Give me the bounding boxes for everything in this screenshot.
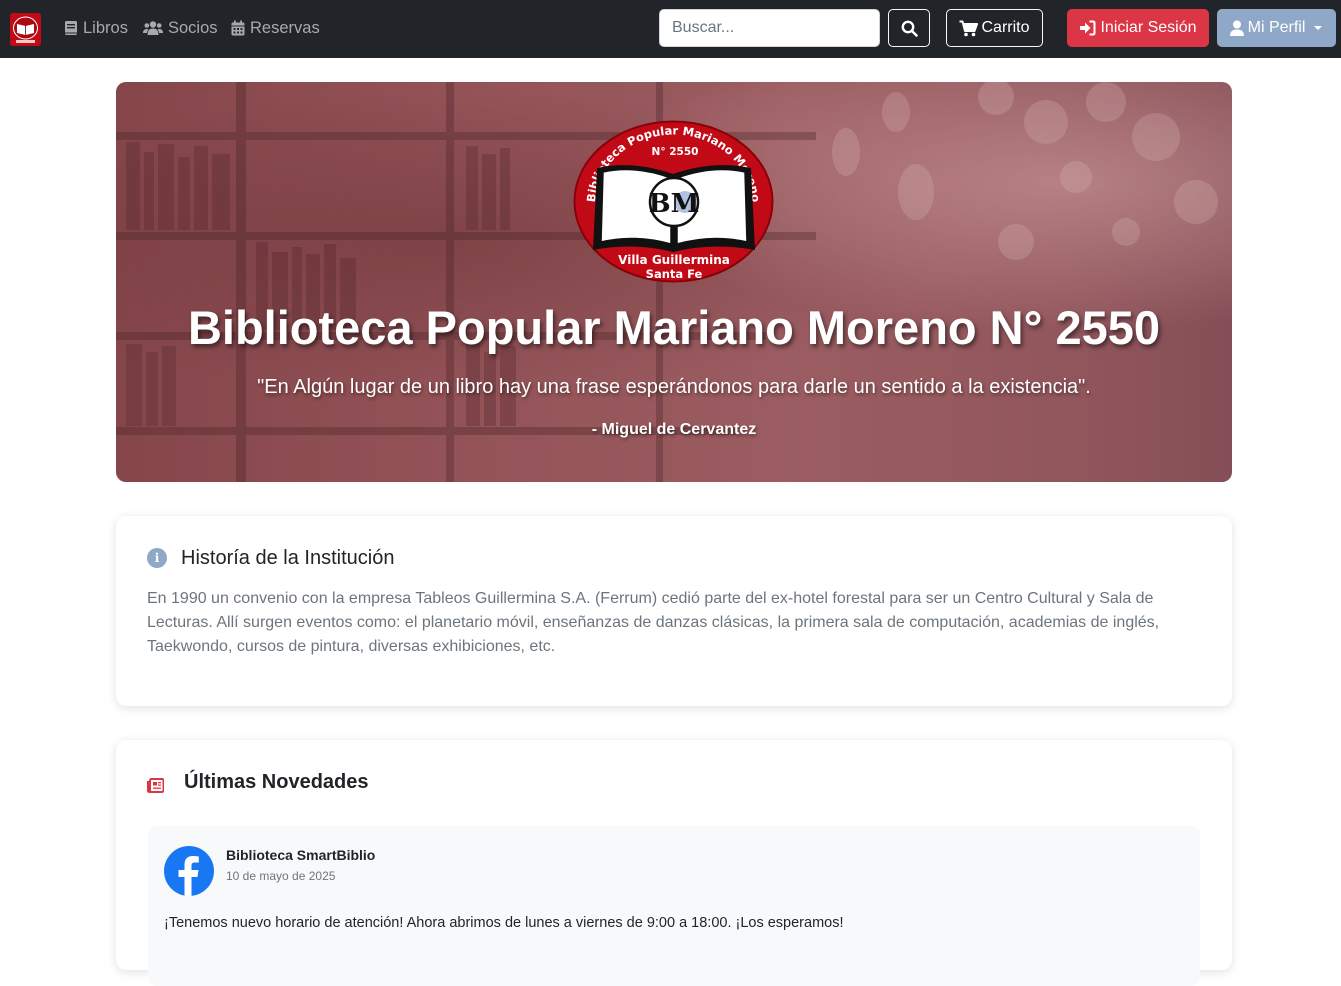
newspaper-icon [147,778,164,793]
post-date: 10 de mayo de 2025 [226,869,336,883]
profile-dropdown-button[interactable]: Mi Perfil [1217,9,1336,47]
nav-link-label: Socios [168,18,218,37]
search-icon [901,20,918,37]
navbar: Libros Socios Reservas Buscar... Carrito… [0,0,1341,58]
history-text: En 1990 un convenio con la empresa Table… [147,590,1160,655]
nav-link-label: Reservas [250,18,320,37]
nav-link-libros[interactable]: Libros [64,17,128,39]
search-input[interactable] [659,9,880,47]
history-title: Historía de la Institución [181,547,395,569]
login-label: Iniciar Sesión [1100,19,1197,36]
cart-button[interactable]: Carrito [946,9,1043,47]
users-icon [143,21,163,35]
login-button[interactable]: Iniciar Sesión [1067,9,1209,47]
facebook-icon[interactable] [164,846,214,896]
post-text: ¡Tenemos nuevo horario de atención! Ahor… [164,915,844,931]
book-icon [65,21,77,35]
cart-label: Carrito [981,19,1030,36]
seal-province: Santa Fe [646,267,703,281]
info-circle-icon: i [147,548,167,568]
history-card: i Historía de la Institución En 1990 un … [116,516,1232,706]
cart-icon [959,20,979,36]
library-seal-logo: Biblioteca Popular Mariano Moreno N° 255… [573,120,774,283]
hero-title: Biblioteca Popular Mariano Moreno N° 255… [187,301,1161,354]
post-author[interactable]: Biblioteca SmartBiblio [226,847,375,863]
user-icon [1229,20,1244,36]
news-post: Biblioteca SmartBiblio 10 de mayo de 202… [148,826,1200,986]
nav-link-reservas[interactable]: Reservas [231,17,320,39]
news-card: Últimas Novedades Biblioteca SmartBiblio… [116,740,1232,986]
hero-quote: "En Algún lugar de un libro hay una fras… [257,376,1091,398]
search-button[interactable] [888,9,930,47]
nav-link-socios[interactable]: Socios [143,17,218,39]
seal-city: Villa Guillermina [618,253,730,267]
caret-down-icon [1314,26,1323,30]
seal-monogram: BM [649,189,700,219]
seal-number: N° 2550 [652,146,699,158]
calendar-icon [231,20,245,36]
profile-label: Mi Perfil [1247,19,1306,36]
brand-logo[interactable] [10,13,41,46]
hero-banner: Biblioteca Popular Mariano Moreno N° 255… [116,82,1232,482]
news-title: Últimas Novedades [184,771,369,793]
sign-in-icon [1080,20,1096,36]
nav-link-label: Libros [83,18,128,37]
hero-quote-author: - Miguel de Cervantez [591,421,757,438]
